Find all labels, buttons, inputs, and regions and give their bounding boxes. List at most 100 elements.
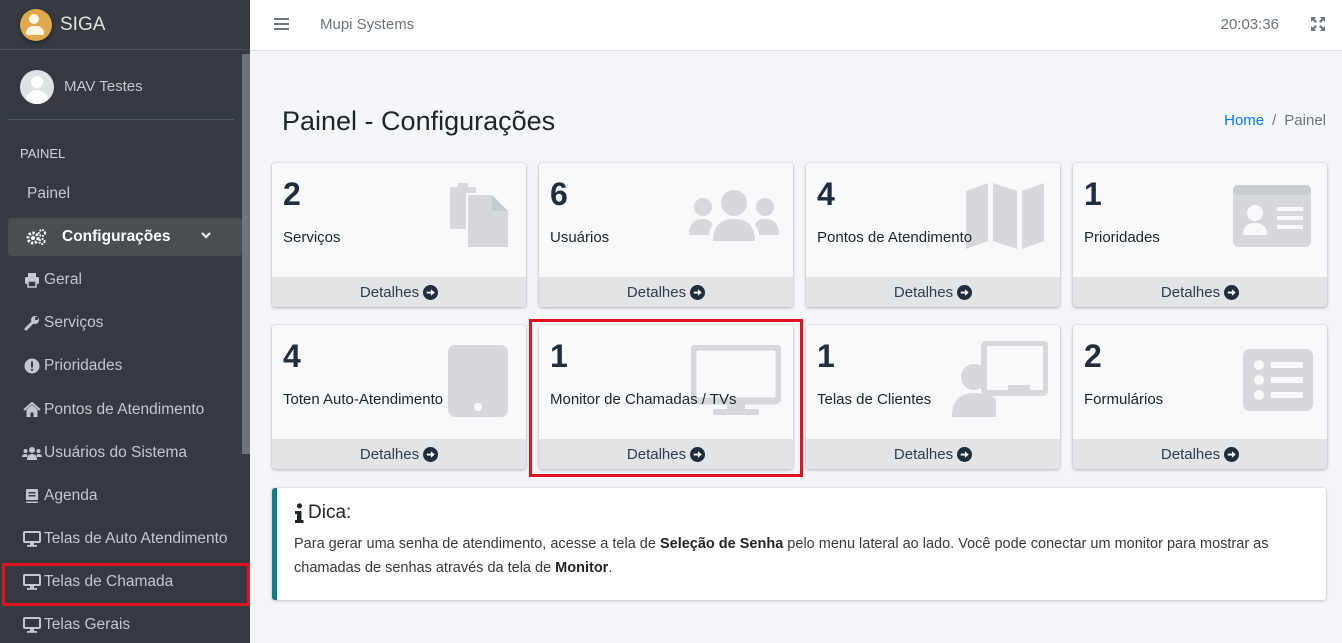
box-details-link[interactable]: Detalhes [1073, 439, 1327, 469]
cogs-icon [22, 228, 50, 246]
sidebar-item-painel[interactable]: Painel [8, 175, 242, 213]
sidebar-item-pontos[interactable]: Pontos de Atendimento [8, 391, 242, 429]
details-label: Detalhes [1160, 445, 1221, 463]
small-box-formularios: 2 Formulários Detalhes [1073, 325, 1327, 469]
brand-link[interactable]: SIGA [0, 0, 250, 50]
tip-bold-selecao-senha: Seleção de Senha [659, 536, 784, 552]
arrow-circle-right-icon [690, 284, 706, 300]
breadcrumb-current: Painel [1284, 112, 1326, 129]
fullscreen-icon[interactable] [1310, 16, 1326, 37]
tip-bold-monitor: Monitor [555, 560, 609, 576]
box-label: Telas de Clientes [817, 391, 932, 408]
sidebar-item-label: Painel [27, 185, 71, 202]
home-icon [22, 402, 42, 418]
sidebar-item-label: Geral [44, 271, 82, 288]
avatar [20, 69, 54, 104]
company-link[interactable]: Mupi Systems [320, 16, 414, 33]
list-alt-icon [1243, 349, 1313, 411]
box-details-link[interactable]: Detalhes [272, 277, 526, 307]
small-box-telas-clientes: 1 Telas de Clientes Detalhes [806, 325, 1060, 469]
brand-logo-icon [20, 8, 52, 41]
wrench-icon [22, 315, 42, 331]
arrow-circle-right-icon [423, 284, 439, 300]
box-count: 1 [817, 338, 835, 374]
arrow-circle-right-icon [1224, 284, 1240, 300]
book-icon [22, 488, 42, 504]
box-count: 2 [283, 176, 301, 212]
desktop-icon [22, 531, 42, 547]
info-icon [295, 503, 304, 523]
box-label: Pontos de Atendimento [817, 229, 973, 246]
sidebar-item-label: Agenda [44, 487, 98, 504]
arrow-circle-right-icon [957, 284, 973, 300]
sidebar-item-prioridades[interactable]: Prioridades [8, 347, 242, 385]
sidebar-item-usuarios[interactable]: Usuários do Sistema [8, 434, 242, 472]
sidebar-item-label: Usuários do Sistema [44, 444, 188, 461]
tip-title-text: Dica: [308, 502, 352, 523]
breadcrumb-home-link[interactable]: Home [1224, 112, 1264, 129]
details-label: Detalhes [1160, 283, 1221, 301]
sidebar: SIGA MAV Testes PAINEL Painel Configuraç… [0, 0, 250, 643]
box-label: Usuários [550, 229, 610, 246]
details-label: Detalhes [893, 283, 954, 301]
tip-text-part: Para gerar uma senha de atendimento, ace… [294, 536, 660, 552]
box-count: 1 [1084, 176, 1102, 212]
small-box-pontos: 4 Pontos de Atendimento Detalhes [806, 163, 1060, 307]
id-card-icon [1233, 185, 1311, 247]
box-count: 4 [283, 338, 301, 374]
box-label: Toten Auto-Atendimento [283, 391, 444, 408]
arrow-circle-right-icon [423, 446, 439, 462]
small-box-servicos: 2 Serviços Detalhes [272, 163, 526, 307]
sidebar-item-label: Telas de Auto Atendimento [44, 530, 228, 547]
clock: 20:03:36 [1220, 16, 1279, 33]
user-name[interactable]: MAV Testes [64, 78, 143, 95]
sidebar-scrollbar[interactable] [242, 54, 250, 454]
user-panel[interactable]: MAV Testes [8, 54, 234, 120]
tip-title: Dica: [294, 502, 1310, 524]
users-icon [22, 446, 42, 460]
nav-header: PAINEL [20, 146, 66, 161]
tip-callout: Dica: Para gerar uma senha de atendiment… [272, 488, 1326, 600]
arrow-circle-right-icon [957, 446, 973, 462]
menu-toggle-icon[interactable] [274, 17, 290, 36]
box-label: Prioridades [1084, 229, 1160, 246]
sidebar-item-agenda[interactable]: Agenda [8, 477, 242, 515]
box-details-link[interactable]: Detalhes [539, 277, 793, 307]
breadcrumb-separator: / [1272, 112, 1277, 129]
box-details-link[interactable]: Detalhes [806, 277, 1060, 307]
exclamation-circle-icon [22, 358, 42, 374]
details-label: Detalhes [893, 445, 954, 463]
tablet-icon [448, 345, 508, 417]
sidebar-item-label: Configurações [62, 228, 171, 245]
sidebar-item-label: Prioridades [44, 357, 123, 374]
box-label: Formulários [1084, 391, 1164, 408]
map-icon [966, 183, 1044, 249]
sidebar-item-servicos[interactable]: Serviços [8, 304, 242, 342]
small-box-usuarios: 6 Usuários Detalhes [539, 163, 793, 307]
chevron-down-icon[interactable] [200, 228, 212, 246]
arrow-circle-right-icon [1224, 446, 1240, 462]
small-box-prioridades: 1 Prioridades Detalhes [1073, 163, 1327, 307]
small-box-toten: 4 Toten Auto-Atendimento Detalhes [272, 325, 526, 469]
box-details-link[interactable]: Detalhes [806, 439, 1060, 469]
box-count: 4 [817, 176, 835, 212]
tip-text-part: . [608, 560, 613, 576]
sidebar-item-label: Telas Gerais [44, 616, 131, 633]
sidebar-item-telas-auto-atendimento[interactable]: Telas de Auto Atendimento [8, 520, 242, 558]
sidebar-item-label: Pontos de Atendimento [44, 401, 205, 418]
copy-icon [450, 183, 508, 247]
brand-name: SIGA [60, 13, 106, 35]
users-icon [689, 190, 779, 241]
sidebar-item-geral[interactable]: Geral [8, 261, 242, 299]
sidebar-item-configuracoes[interactable]: Configurações [8, 218, 242, 256]
box-details-link[interactable]: Detalhes [272, 439, 526, 469]
sidebar-item-telas-gerais[interactable]: Telas Gerais [8, 606, 242, 643]
breadcrumb: Home / Painel [1224, 112, 1326, 129]
tip-text: Para gerar uma senha de atendimento, ace… [294, 532, 1310, 580]
desktop-icon [22, 617, 42, 633]
box-details-link[interactable]: Detalhes [1073, 277, 1327, 307]
details-label: Detalhes [359, 283, 420, 301]
page-title: Painel - Configurações [282, 106, 556, 136]
highlight-telas-chamada [2, 563, 250, 606]
details-label: Detalhes [626, 283, 687, 301]
